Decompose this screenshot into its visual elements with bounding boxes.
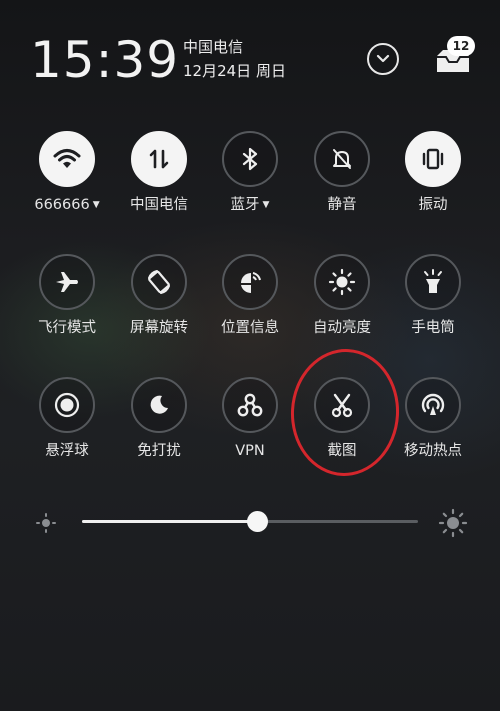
tile-label: 位置信息 — [204, 318, 296, 338]
brightness-thumb[interactable] — [246, 511, 268, 532]
tile-moon[interactable]: 免打扰 — [113, 377, 205, 467]
tile-mobile-data[interactable]: 中国电信 — [113, 131, 205, 221]
tile-label: 手电筒 — [387, 318, 479, 338]
tile-label-text: 手电筒 — [411, 320, 455, 336]
tile-label-text: 蓝牙 — [230, 197, 260, 213]
vpn-icon — [237, 393, 263, 417]
airplane-icon — [56, 272, 78, 292]
brightness-slider[interactable] — [0, 500, 500, 544]
tile-label: 自动亮度 — [296, 318, 388, 338]
tile-toggle[interactable] — [405, 131, 461, 187]
tile-label: 屏幕旋转 — [113, 318, 205, 338]
tile-toggle[interactable] — [222, 377, 278, 433]
tile-label-text: 屏幕旋转 — [130, 320, 188, 336]
tile-label-text: 悬浮球 — [45, 443, 89, 459]
tile-auto-brightness[interactable]: 自动亮度 — [296, 254, 388, 344]
tile-toggle[interactable] — [405, 377, 461, 433]
bell-mute-icon — [333, 149, 351, 169]
tile-label: 免打扰 — [113, 441, 205, 461]
tile-airplane[interactable]: 飞行模式 — [21, 254, 113, 344]
dropdown-caret-icon[interactable]: ▼ — [93, 200, 100, 210]
date-label: 12月24日 周日 — [183, 62, 286, 80]
tile-label: 666666 ▼ — [21, 195, 113, 215]
tile-label: 蓝牙 ▼ — [204, 195, 296, 215]
tile-label: 悬浮球 — [21, 441, 113, 461]
tile-toggle[interactable] — [405, 254, 461, 310]
tile-bluetooth[interactable]: 蓝牙 ▼ — [204, 131, 296, 221]
tile-bell-mute[interactable]: 静音 — [296, 131, 388, 221]
tile-toggle[interactable] — [131, 131, 187, 187]
tile-toggle[interactable] — [39, 131, 95, 187]
tile-hotspot[interactable]: 移动热点 — [387, 377, 479, 467]
tile-label-text: 自动亮度 — [313, 320, 371, 336]
tile-flashlight[interactable]: 手电筒 — [387, 254, 479, 344]
tile-wifi[interactable]: 666666 ▼ — [21, 131, 113, 221]
location-icon — [241, 272, 261, 294]
tile-label: 飞行模式 — [21, 318, 113, 338]
tile-label-text: 位置信息 — [221, 320, 279, 336]
tile-label-text: 移动热点 — [404, 443, 462, 459]
status-header: 15:39 中国电信 12月24日 周日 12 — [0, 0, 500, 100]
auto-brightness-icon — [328, 268, 356, 296]
tile-toggle[interactable] — [222, 254, 278, 310]
tile-toggle[interactable] — [314, 131, 370, 187]
brightness-high-icon — [438, 508, 468, 538]
tile-label-text: 666666 — [34, 197, 90, 213]
tile-label-text: 飞行模式 — [38, 320, 96, 336]
floating-ball-icon — [54, 392, 80, 418]
tile-floating-ball[interactable]: 悬浮球 — [21, 377, 113, 467]
tile-label-text: VPN — [235, 443, 265, 459]
bluetooth-icon — [242, 147, 258, 171]
tile-label: 振动 — [387, 195, 479, 215]
tile-label-text: 振动 — [418, 197, 448, 213]
wifi-icon — [53, 149, 81, 168]
hotspot-icon — [421, 393, 445, 415]
tile-label: 中国电信 — [113, 195, 205, 215]
tile-toggle[interactable] — [39, 377, 95, 433]
tile-toggle[interactable] — [314, 254, 370, 310]
vibrate-icon — [422, 148, 444, 170]
tile-label: 移动热点 — [387, 441, 479, 461]
tile-label: 静音 — [296, 195, 388, 215]
tile-location[interactable]: 位置信息 — [204, 254, 296, 344]
brightness-low-icon — [36, 513, 56, 533]
mobile-data-icon — [149, 149, 169, 169]
tile-vpn[interactable]: VPN — [204, 377, 296, 467]
moon-icon — [150, 395, 168, 414]
flashlight-icon — [424, 269, 442, 293]
tile-label-text: 免打扰 — [137, 443, 181, 459]
tile-label-text: 静音 — [327, 197, 357, 213]
tile-toggle[interactable] — [222, 131, 278, 187]
tile-rotate[interactable]: 屏幕旋转 — [113, 254, 205, 344]
dropdown-caret-icon[interactable]: ▼ — [263, 200, 270, 210]
chevron-down-icon — [376, 54, 390, 63]
tile-vibrate[interactable]: 振动 — [387, 131, 479, 221]
tile-toggle[interactable] — [131, 377, 187, 433]
tile-label: VPN — [204, 441, 296, 461]
tile-toggle[interactable] — [131, 254, 187, 310]
brightness-fill — [82, 520, 257, 523]
tile-toggle[interactable] — [39, 254, 95, 310]
notification-count-badge: 12 — [447, 36, 475, 56]
carrier-name: 中国电信 — [183, 38, 244, 56]
collapse-panel-button[interactable] — [367, 43, 399, 75]
tile-label-text: 中国电信 — [130, 197, 188, 213]
clock: 15:39 — [30, 31, 180, 89]
rotate-icon — [148, 270, 170, 294]
